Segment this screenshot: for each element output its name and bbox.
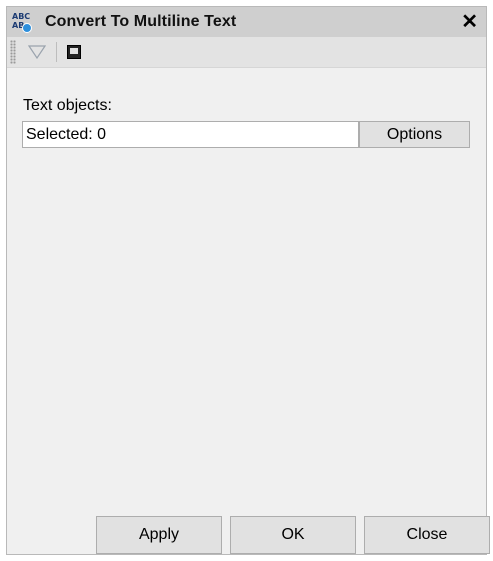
filter-icon-shape [28,45,46,59]
toolbar-grip[interactable] [10,40,16,64]
toolbar [7,37,486,68]
options-button[interactable]: Options [359,121,470,148]
console-icon[interactable] [67,45,81,59]
close-icon[interactable]: ✕ [461,10,478,34]
apply-button[interactable]: Apply [96,516,222,554]
abc-text-convert-icon: ABC AB [11,11,33,33]
text-objects-label: Text objects: [23,97,112,114]
app-icon-line1: ABC [12,12,31,21]
filter-icon[interactable] [26,41,48,63]
close-button[interactable]: Close [364,516,490,554]
window-title: Convert To Multiline Text [45,13,237,30]
ok-button[interactable]: OK [230,516,356,554]
toolbar-separator [56,42,57,62]
selection-field[interactable]: Selected: 0 [22,121,359,148]
title-bar[interactable]: ABC AB Convert To Multiline Text ✕ [7,7,486,37]
app-icon-badge [22,23,32,33]
convert-multiline-text-window: ABC AB Convert To Multiline Text ✕ Text … [6,6,490,555]
